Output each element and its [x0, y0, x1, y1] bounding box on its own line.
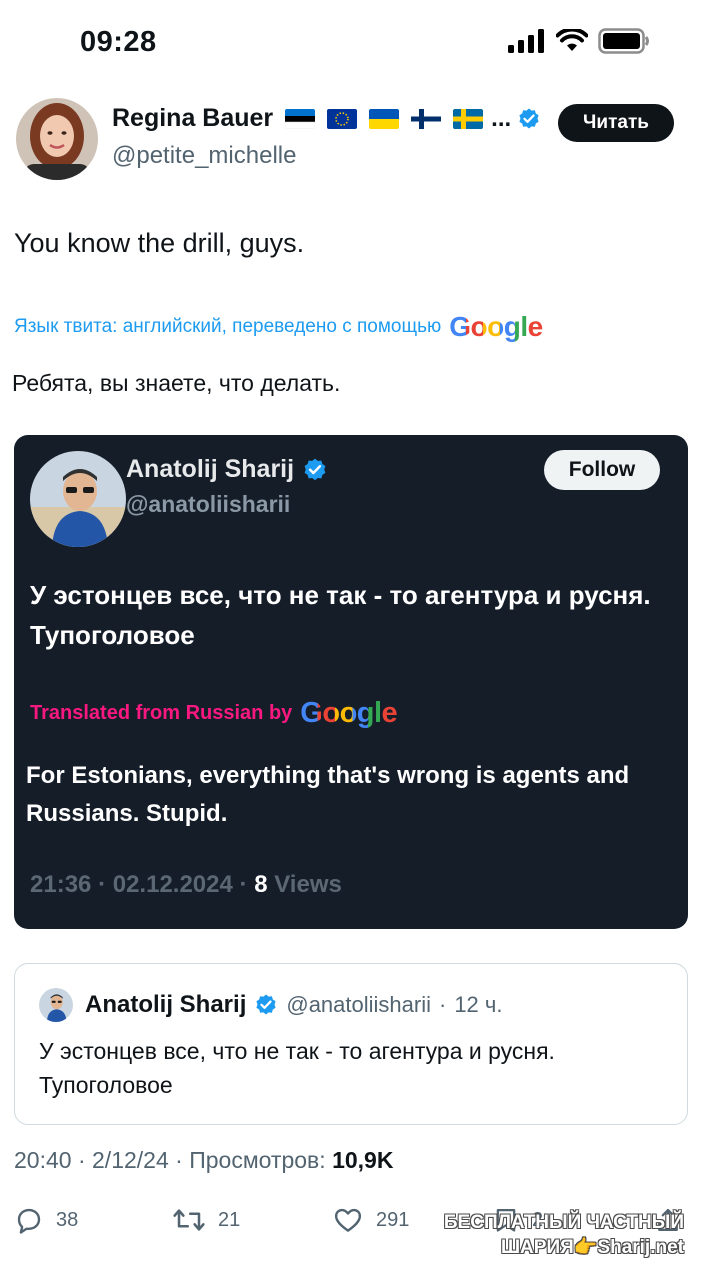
battery-icon	[598, 28, 649, 54]
estonia-flag-icon	[285, 108, 316, 129]
google-logo: Google	[300, 697, 398, 729]
screenshot-name-row: Anatolij Sharij	[126, 455, 328, 484]
views-label: Просмотров:	[189, 1147, 326, 1173]
retweet-icon	[173, 1209, 205, 1231]
translated-text: Ребята, вы знаете, что делать.	[12, 370, 341, 396]
reply-count: 38	[56, 1208, 79, 1231]
author-name-row: Regina Bauer ...	[112, 104, 541, 133]
screenshot-author-handle: @anatoliisharii	[126, 491, 291, 517]
quoted-author-handle: @anatoliisharii	[286, 992, 431, 1017]
status-icons	[508, 28, 650, 54]
tweet-author-header: Regina Bauer ... @petite_michelle Читать	[16, 96, 686, 186]
tweet-text: You know the drill, guys.	[14, 228, 305, 258]
translation-label: Язык твита: английский, переведено с пом…	[14, 316, 442, 337]
retweet-button[interactable]: 21	[172, 1205, 240, 1235]
wifi-icon	[556, 29, 588, 51]
status-bar: 09:28	[0, 0, 702, 86]
ukraine-flag-icon	[369, 108, 400, 129]
eu-flag-icon	[327, 108, 358, 129]
screenshot-avatar	[30, 451, 126, 547]
screenshot-views-count: 8	[254, 871, 268, 898]
quoted-age: 12 ч.	[454, 992, 503, 1017]
verified-badge-icon	[256, 994, 276, 1015]
quoted-tweet-header: Anatolij Sharij @anatoliisharii · 12 ч.	[39, 988, 502, 1022]
watermark: БЕСПЛАТНЫЙ ЧАСТНЫЙ ШАРИЯ👉Sharij.net	[444, 1210, 684, 1260]
verified-badge-icon	[519, 108, 539, 128]
like-button[interactable]: 291	[332, 1205, 409, 1235]
author-name[interactable]: Regina Bauer	[112, 104, 273, 133]
reply-button[interactable]: 38	[14, 1205, 78, 1235]
quoted-separator: ·	[438, 992, 447, 1017]
translation-notice[interactable]: Язык твита: английский, переведено с пом…	[14, 311, 543, 343]
like-count: 291	[376, 1208, 410, 1231]
quoted-tweet[interactable]: Anatolij Sharij @anatoliisharii · 12 ч. …	[14, 963, 688, 1125]
follow-button[interactable]: Читать	[558, 104, 674, 142]
screenshot-translation-notice: Translated from Russian by Google	[30, 697, 398, 730]
quoted-author-name: Anatolij Sharij	[85, 991, 247, 1018]
screenshot-follow-button: Follow	[544, 450, 660, 490]
quoted-tweet-text: У эстонцев все, что не так - то агентура…	[39, 1038, 555, 1098]
screenshot-translation-label: Translated from Russian by	[30, 702, 293, 724]
avatar[interactable]	[16, 98, 98, 180]
tweet-meta: 20:40 · 2/12/24 · Просмотров: 10,9K	[14, 1147, 394, 1173]
verified-badge-icon	[304, 458, 326, 480]
google-logo: Google	[449, 311, 543, 342]
screenshot-translated-text: For Estonians, everything that's wrong i…	[26, 762, 630, 827]
screenshot-time: 21:36	[30, 871, 92, 898]
quoted-avatar	[39, 988, 73, 1022]
reply-icon	[17, 1208, 41, 1234]
screenshot-views-label: Views	[274, 871, 342, 898]
screenshot-date: 02.12.2024	[112, 871, 233, 898]
watermark-line-1: БЕСПЛАТНЫЙ ЧАСТНЫЙ	[443, 1212, 684, 1233]
embedded-screenshot[interactable]: Anatolij Sharij @anatoliisharii Follow У…	[14, 435, 688, 929]
views-count[interactable]: 10,9K	[332, 1147, 393, 1173]
screenshot-tweet-text: У эстонцев все, что не так - то агентура…	[30, 580, 651, 650]
finland-flag-icon	[411, 108, 442, 129]
heart-icon	[334, 1208, 362, 1232]
name-ellipsis: ...	[491, 104, 512, 132]
tweet-time: 20:40	[14, 1147, 72, 1173]
watermark-line-2: ШАРИЯ👉Sharij.net	[500, 1237, 684, 1258]
sweden-flag-icon	[453, 108, 484, 129]
author-handle[interactable]: @petite_michelle	[112, 142, 296, 170]
tweet-date: 2/12/24	[92, 1147, 169, 1173]
retweet-count: 21	[218, 1208, 241, 1231]
signal-icon	[508, 29, 544, 53]
screenshot-author-name: Anatolij Sharij	[126, 455, 295, 483]
screenshot-meta: 21:36 · 02.12.2024 · 8 Views	[30, 871, 342, 898]
status-time: 09:28	[80, 26, 157, 58]
